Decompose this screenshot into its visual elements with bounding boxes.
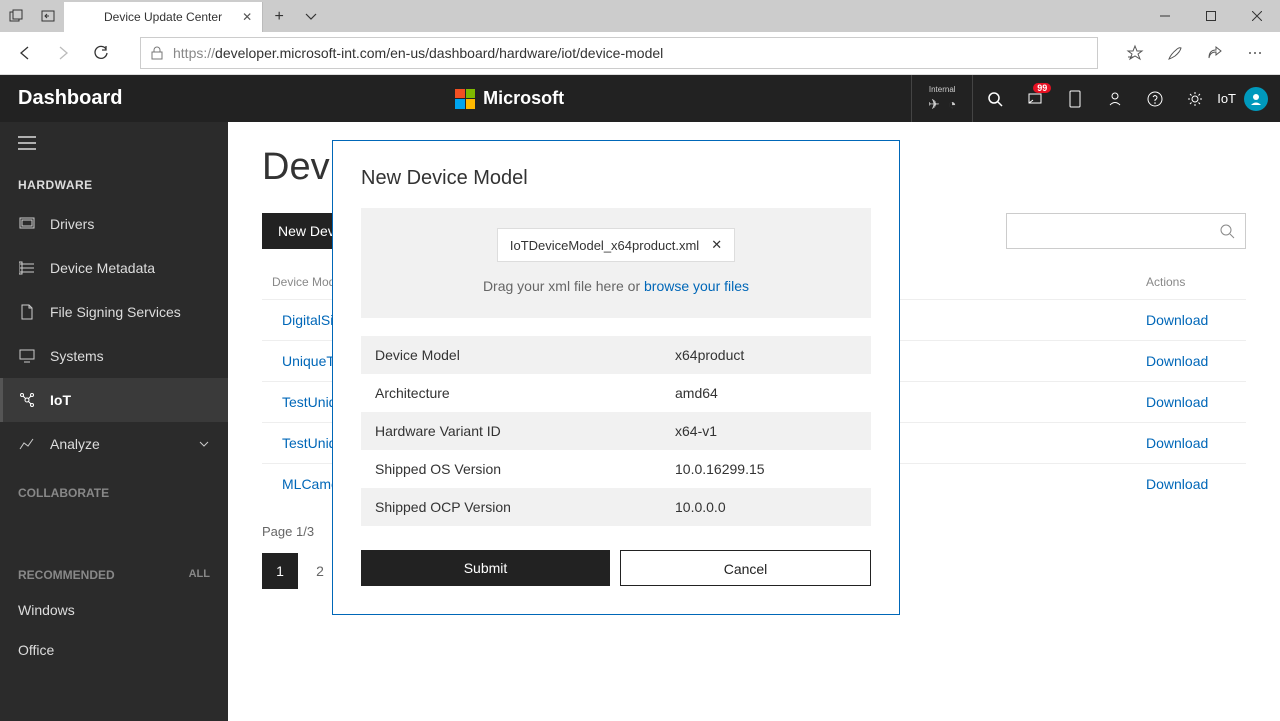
hamburger-icon[interactable] (0, 122, 228, 164)
forward-button[interactable] (44, 34, 82, 72)
favorites-icon[interactable] (1116, 34, 1154, 72)
sidebar-item-analyze[interactable]: Analyze (0, 422, 228, 466)
info-row: Architectureamd64 (361, 374, 871, 412)
download-link[interactable]: Download (1146, 353, 1208, 369)
page-number[interactable]: 1 (262, 553, 298, 589)
download-link[interactable]: Download (1146, 312, 1208, 328)
new-tab-button[interactable]: + (263, 2, 295, 32)
drop-text: Drag your xml file here or browse your f… (381, 278, 851, 294)
sidebar-item-label: Drivers (50, 216, 94, 232)
dashboard-title: Dashboard (0, 87, 228, 110)
submit-button[interactable]: Submit (361, 550, 610, 586)
maximize-button[interactable] (1188, 0, 1234, 32)
tabs-dropdown-icon[interactable] (295, 2, 327, 32)
main-panel: Device New Device M Device Model Actions… (228, 122, 1280, 721)
info-val: 10.0.0.0 (675, 499, 726, 515)
user-label: IoT (1217, 91, 1236, 106)
help-icon[interactable] (1137, 81, 1173, 117)
download-link[interactable]: Download (1146, 394, 1208, 410)
info-key: Shipped OCP Version (375, 499, 675, 515)
systems-icon (18, 347, 36, 365)
settings-icon[interactable] (1177, 81, 1213, 117)
info-key: Architecture (375, 385, 675, 401)
sidebar-item-label: Device Metadata (50, 260, 155, 276)
app-topbar: Dashboard Microsoft Internal ✈◔ 99 IoT (0, 75, 1280, 122)
search-input[interactable] (1006, 213, 1246, 249)
back-button[interactable] (6, 34, 44, 72)
sidebar-item-device-metadata[interactable]: Device Metadata (0, 246, 228, 290)
sidebar-item-windows[interactable]: Windows (0, 590, 228, 630)
phone-icon[interactable] (1057, 81, 1093, 117)
brand: Microsoft (228, 88, 911, 109)
chevron-down-icon (198, 440, 210, 448)
info-row: Device Modelx64product (361, 336, 871, 374)
info-key: Shipped OS Version (375, 461, 675, 477)
info-val: amd64 (675, 385, 718, 401)
sidebar-item-label: Analyze (50, 436, 100, 452)
set-aside-icon[interactable] (32, 0, 64, 32)
section-recommended: RECOMMENDEDALL (0, 548, 228, 590)
info-val: x64product (675, 347, 744, 363)
sidebar-item-file-signing[interactable]: File Signing Services (0, 290, 228, 334)
download-link[interactable]: Download (1146, 476, 1208, 492)
section-collaborate: COLLABORATE (0, 466, 228, 508)
lock-icon (151, 46, 163, 60)
url-text: https://developer.microsoft-int.com/en-u… (173, 45, 663, 61)
download-link[interactable]: Download (1146, 435, 1208, 451)
close-tab-icon[interactable]: ✕ (242, 10, 252, 24)
info-row: Shipped OS Version10.0.16299.15 (361, 450, 871, 488)
new-device-modal: New Device Model IoTDeviceModel_x64produ… (332, 140, 900, 615)
file-dropzone[interactable]: IoTDeviceModel_x64product.xml ✕ Drag you… (361, 208, 871, 318)
avatar[interactable] (1244, 87, 1268, 111)
all-link[interactable]: ALL (189, 568, 210, 580)
info-row: Shipped OCP Version10.0.0.0 (361, 488, 871, 526)
sidebar-item-systems[interactable]: Systems (0, 334, 228, 378)
metadata-icon (18, 259, 36, 277)
microsoft-logo-icon (455, 89, 475, 109)
share-icon[interactable] (1196, 34, 1234, 72)
remove-file-icon[interactable]: ✕ (711, 237, 722, 253)
sidebar-item-drivers[interactable]: Drivers (0, 202, 228, 246)
info-row: Hardware Variant IDx64-v1 (361, 412, 871, 450)
browser-tab[interactable]: Device Update Center ✕ (64, 2, 263, 32)
sidebar-item-label: IoT (50, 392, 71, 408)
recent-tabs-icon[interactable] (0, 0, 32, 32)
col-actions: Actions (1146, 275, 1246, 289)
file-icon (18, 303, 36, 321)
info-val: x64-v1 (675, 423, 717, 439)
sidebar-item-iot[interactable]: IoT (0, 378, 228, 422)
section-hardware: HARDWARE (0, 164, 228, 202)
url-field[interactable]: https://developer.microsoft-int.com/en-u… (140, 37, 1098, 69)
drivers-icon (18, 215, 36, 233)
sidebar-item-label: File Signing Services (50, 304, 181, 320)
sidebar-item-label: Systems (50, 348, 104, 364)
info-val: 10.0.16299.15 (675, 461, 765, 477)
minimize-button[interactable] (1142, 0, 1188, 32)
address-bar: https://developer.microsoft-int.com/en-u… (0, 32, 1280, 75)
search-icon[interactable] (977, 81, 1013, 117)
info-key: Device Model (375, 347, 675, 363)
close-window-button[interactable] (1234, 0, 1280, 32)
file-name: IoTDeviceModel_x64product.xml (510, 238, 699, 253)
sidebar: HARDWARE Drivers Device Metadata File Si… (0, 122, 228, 721)
tab-title: Device Update Center (104, 10, 222, 24)
dial-icon: ◔ (948, 96, 956, 113)
plane-icon: ✈ (928, 96, 940, 113)
feedback-icon[interactable] (1097, 81, 1133, 117)
search-icon (1219, 223, 1235, 239)
refresh-button[interactable] (82, 34, 120, 72)
cancel-button[interactable]: Cancel (620, 550, 871, 586)
sidebar-item-office[interactable]: Office (0, 630, 228, 670)
window-titlebar: Device Update Center ✕ + (0, 0, 1280, 32)
notes-icon[interactable] (1156, 34, 1194, 72)
modal-title: New Device Model (361, 167, 871, 190)
internal-badge: Internal ✈◔ (911, 75, 973, 122)
browse-files-link[interactable]: browse your files (644, 278, 749, 294)
more-icon[interactable] (1236, 34, 1274, 72)
info-key: Hardware Variant ID (375, 423, 675, 439)
iot-icon (18, 391, 36, 409)
notification-icon[interactable]: 99 (1017, 81, 1053, 117)
file-chip: IoTDeviceModel_x64product.xml ✕ (497, 228, 735, 262)
analyze-icon (18, 435, 36, 453)
